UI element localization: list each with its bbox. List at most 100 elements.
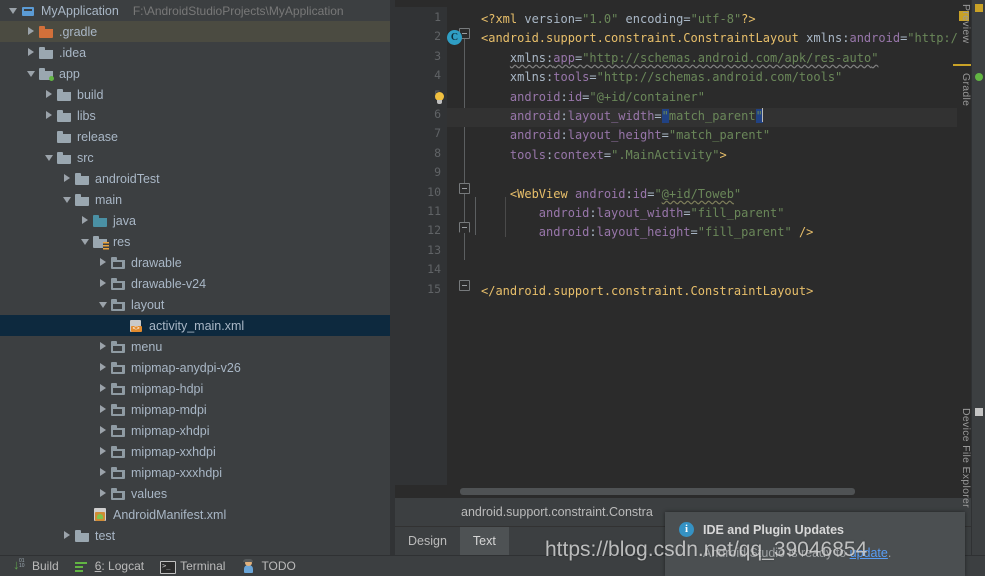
chevron-right-icon[interactable] [78, 210, 92, 231]
folder-icon [74, 192, 90, 208]
line-number-13: 13 [427, 242, 441, 257]
fold-box-line15[interactable] [459, 280, 470, 291]
tree-item-mipmap-xxxhdpi[interactable]: mipmap-xxxhdpi [0, 462, 390, 483]
chevron-down-icon[interactable] [6, 0, 20, 21]
line-number-1: 1 [434, 10, 441, 24]
tree-item-mipmap-hdpi[interactable]: mipmap-hdpi [0, 378, 390, 399]
tree-item-src[interactable]: src [0, 147, 390, 168]
code-editor[interactable]: 1 2 3 4 5 6 7 8 9 10 11 12 13 14 15 C <?xml version="1… [395, 0, 971, 485]
tree-item-res[interactable]: res [0, 231, 390, 252]
chevron-right-icon[interactable] [60, 168, 74, 189]
tree-item-label: layout [131, 297, 165, 312]
todo-icon [241, 558, 256, 574]
project-root-path: F:\AndroidStudioProjects\MyApplication [132, 3, 344, 18]
editor-gutter[interactable]: 1 2 3 4 5 6 7 8 9 10 11 12 13 14 15 [395, 7, 447, 485]
folder-icon [56, 108, 72, 124]
gutter-class-marker-icon[interactable]: C [447, 30, 462, 45]
chevron-right-icon[interactable] [96, 336, 110, 357]
tree-item-label: mipmap-xhdpi [131, 423, 210, 438]
line-number-14: 14 [427, 262, 441, 277]
tab-design[interactable]: Design [395, 527, 460, 555]
build-icon [12, 557, 27, 574]
tree-item-layout[interactable]: layout [0, 294, 390, 315]
chevron-right-icon[interactable] [96, 483, 110, 504]
line-number-15: 15 [427, 281, 441, 296]
tree-item-menu[interactable]: menu [0, 336, 390, 357]
tree-item-idea[interactable]: .idea [0, 42, 390, 63]
chevron-right-icon[interactable] [96, 357, 110, 378]
tree-item-androidmanifest-xml[interactable]: AndroidManifest.xml [0, 504, 390, 525]
chevron-right-icon[interactable] [24, 21, 38, 42]
status-button-logcat[interactable]: 6 : Logcat [74, 559, 144, 574]
project-tree-panel[interactable]: MyApplication F:\AndroidStudioProjects\M… [0, 0, 390, 555]
tree-item-release[interactable]: release [0, 126, 390, 147]
editor-hscrollbar-thumb[interactable] [460, 488, 855, 495]
fold-box-line10[interactable] [459, 183, 470, 194]
chevron-down-icon[interactable] [78, 231, 92, 252]
tree-item-mipmap-mdpi[interactable]: mipmap-mdpi [0, 399, 390, 420]
chevron-right-icon[interactable] [96, 273, 110, 294]
status-button-terminal[interactable]: Terminal [160, 559, 225, 574]
preview-icon [975, 4, 983, 12]
line-number-11: 11 [427, 204, 441, 218]
code-line-3: xmlns:app="http://schemas.android.com/ap… [509, 50, 879, 65]
tab-text[interactable]: Text [459, 527, 509, 555]
chevron-down-icon[interactable] [60, 189, 74, 210]
tree-item-mipmap-anydpi-v26[interactable]: mipmap-anydpi-v26 [0, 357, 390, 378]
chevron-down-icon[interactable] [96, 294, 110, 315]
tree-item-androidtest[interactable]: androidTest [0, 168, 390, 189]
chevron-right-icon[interactable] [96, 441, 110, 462]
tree-item-values[interactable]: values [0, 483, 390, 504]
tool-label-device-file-explorer: Device File Explorer [960, 408, 972, 508]
device-icon [975, 408, 983, 416]
code-line-10: <WebView android:id="@+id/Toweb" [509, 186, 742, 201]
tree-item-label: mipmap-hdpi [131, 381, 204, 396]
tool-button-device-file-explorer[interactable]: Device File Explorer [960, 408, 985, 508]
tree-item-libs[interactable]: libs [0, 105, 390, 126]
tree-item-app[interactable]: app [0, 63, 390, 84]
tree-item-main[interactable]: main [0, 189, 390, 210]
tree-item-label: .idea [59, 45, 87, 60]
tool-label-gradle: Gradle [960, 73, 972, 107]
tree-item-list: .gradle .idea app build libs release src androi… [0, 21, 390, 546]
right-tool-rail[interactable]: Preview Gradle Device File Explorer [960, 0, 985, 555]
chevron-right-icon[interactable] [42, 105, 56, 126]
line-number-12: 12 [427, 223, 441, 238]
chevron-right-icon[interactable] [96, 252, 110, 273]
editor-gutter-icons[interactable]: C [435, 7, 481, 485]
tree-item-activity-main-xml[interactable]: <> activity_main.xml [0, 315, 390, 336]
tree-item-gradle[interactable]: .gradle [0, 21, 390, 42]
status-button-build[interactable]: Build [12, 557, 59, 574]
editor-hscrollbar-track[interactable] [395, 485, 971, 498]
code-text[interactable]: <?xml version="1.0" encoding="utf-8"?> <… [481, 7, 971, 485]
tree-item-mipmap-xhdpi[interactable]: mipmap-xhdpi [0, 420, 390, 441]
tree-item-label: src [77, 150, 94, 165]
tree-item-drawable[interactable]: drawable [0, 252, 390, 273]
chevron-right-icon[interactable] [96, 399, 110, 420]
chevron-right-icon[interactable] [60, 525, 74, 546]
tree-item-java[interactable]: java [0, 210, 390, 231]
tool-label-preview: Preview [960, 4, 972, 44]
chevron-right-icon[interactable] [42, 84, 56, 105]
chevron-down-icon[interactable] [42, 147, 56, 168]
chevron-right-icon[interactable] [96, 462, 110, 483]
intention-bulb-icon[interactable] [433, 92, 446, 105]
status-button-todo[interactable]: TODO [241, 558, 296, 574]
tool-button-gradle[interactable]: Gradle [960, 73, 985, 106]
folder-drawable-icon [110, 486, 126, 502]
tree-item-mipmap-xxhdpi[interactable]: mipmap-xxhdpi [0, 441, 390, 462]
tree-item-test[interactable]: test [0, 525, 390, 546]
tree-row-root[interactable]: MyApplication F:\AndroidStudioProjects\M… [0, 0, 390, 21]
tree-item-drawable-v24[interactable]: drawable-v24 [0, 273, 390, 294]
warning-stripe[interactable] [953, 64, 971, 66]
tree-item-build[interactable]: build [0, 84, 390, 105]
tool-button-preview[interactable]: Preview [960, 4, 985, 43]
tree-item-label: values [131, 486, 168, 501]
fold-box-line12[interactable] [459, 222, 470, 233]
chevron-right-icon[interactable] [24, 42, 38, 63]
chevron-down-icon[interactable] [24, 63, 38, 84]
chevron-right-icon[interactable] [96, 378, 110, 399]
status-label-terminal: Terminal [180, 559, 226, 573]
chevron-right-icon[interactable] [96, 420, 110, 441]
